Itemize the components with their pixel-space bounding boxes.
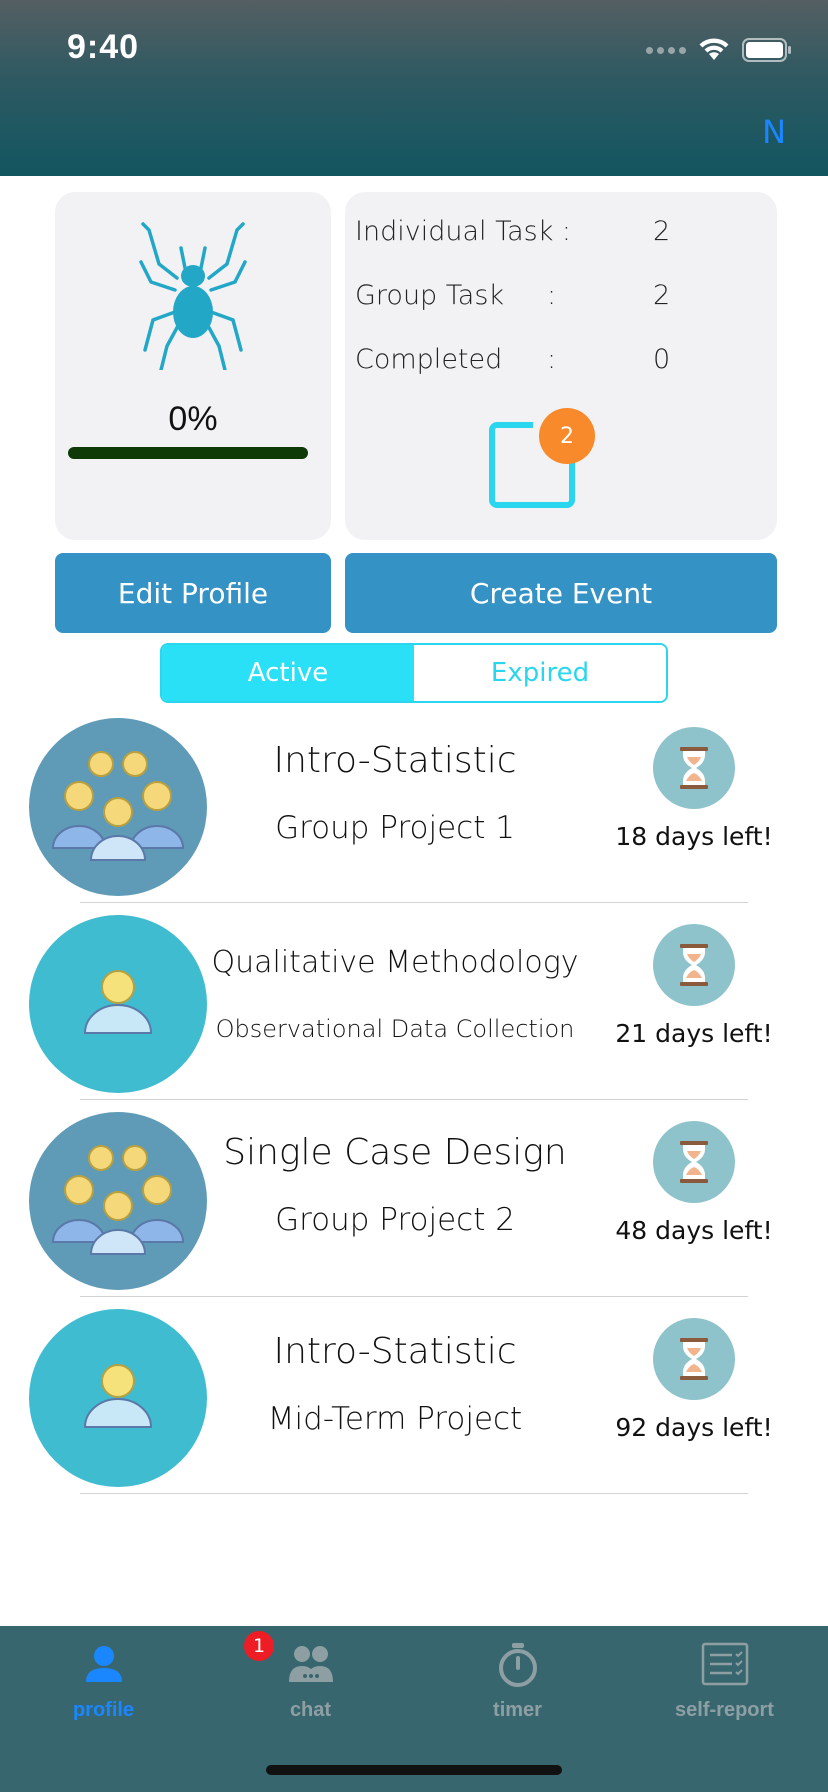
wifi-icon [698, 38, 730, 62]
checklist-icon [621, 1642, 828, 1686]
tab-chat[interactable]: chat [207, 1626, 414, 1746]
task-stats-card: Individual Task : 2 Group Task : 2 Compl… [345, 192, 777, 540]
days-left: 92 days left! [615, 1413, 773, 1442]
signal-dots-icon [646, 46, 686, 54]
edit-profile-button[interactable]: Edit Profile [55, 553, 331, 633]
person-icon [0, 1642, 207, 1686]
stopwatch-icon [414, 1642, 621, 1688]
event-subtitle: Group Project 1 [275, 810, 515, 846]
event-item[interactable]: Qualitative Methodology Observational Da… [0, 909, 828, 1106]
stat-colon: : [547, 280, 557, 311]
progress-percent: 0% [168, 400, 218, 438]
navigation-header: 9:40 N [0, 0, 828, 176]
status-time: 9:40 [67, 28, 140, 66]
home-indicator[interactable] [266, 1765, 562, 1775]
list-divider [80, 902, 748, 903]
person-avatar-icon [29, 1309, 207, 1487]
tab-label: profile [72, 1699, 135, 1721]
days-left: 48 days left! [615, 1216, 773, 1245]
stat-value: 2 [653, 280, 671, 311]
chat-people-icon [207, 1642, 414, 1688]
segment-active[interactable]: Active [162, 645, 414, 701]
hourglass-icon [653, 727, 735, 809]
nav-right-button[interactable]: N [762, 113, 786, 151]
event-filter-segment: Active Expired [160, 643, 668, 703]
person-avatar-icon [29, 915, 207, 1093]
list-divider [80, 1493, 748, 1494]
tab-label: timer [493, 1699, 542, 1721]
stat-label: Individual Task : [355, 216, 572, 247]
event-title: Qualitative Methodology [211, 945, 579, 980]
hourglass-icon [653, 924, 735, 1006]
stat-label: Group Task [355, 280, 505, 311]
days-left: 18 days left! [615, 822, 773, 851]
event-subtitle: Mid-Term Project [267, 1401, 523, 1437]
tab-timer[interactable]: timer [414, 1626, 621, 1746]
tab-label: chat [289, 1699, 332, 1721]
event-subtitle: Group Project 2 [275, 1202, 515, 1238]
event-title: Intro-Statistic [273, 1331, 517, 1372]
event-title: Single Case Design [223, 1132, 567, 1173]
list-divider [80, 1099, 748, 1100]
profile-card: 0% [55, 192, 331, 540]
stat-value: 0 [653, 344, 671, 375]
stat-value: 2 [653, 216, 671, 247]
tab-label: self-report [675, 1699, 774, 1721]
status-icons [646, 38, 792, 62]
battery-icon [742, 38, 792, 62]
task-count-badge: 2 [539, 408, 595, 464]
event-title: Intro-Statistic [273, 740, 517, 781]
create-event-button[interactable]: Create Event [345, 553, 777, 633]
tab-profile[interactable]: profile [0, 1626, 207, 1746]
chat-unread-badge: 1 [244, 1631, 274, 1661]
event-item[interactable]: Single Case Design Group Project 2 48 da… [0, 1106, 828, 1303]
segment-expired[interactable]: Expired [414, 645, 666, 701]
days-left: 21 days left! [615, 1019, 773, 1048]
spider-avatar-icon [137, 220, 249, 374]
group-avatar-icon [29, 718, 207, 896]
progress-bar [68, 447, 308, 459]
event-item[interactable]: Intro-Statistic Group Project 1 18 days … [0, 712, 828, 909]
hourglass-icon [653, 1121, 735, 1203]
tab-self-report[interactable]: self-report [621, 1626, 828, 1746]
event-item[interactable]: Intro-Statistic Mid-Term Project 92 days… [0, 1303, 828, 1500]
event-subtitle: Observational Data Collection [215, 1015, 575, 1043]
list-divider [80, 1296, 748, 1297]
stat-label: Completed [355, 344, 503, 375]
stat-colon: : [547, 344, 557, 375]
hourglass-icon [653, 1318, 735, 1400]
group-avatar-icon [29, 1112, 207, 1290]
